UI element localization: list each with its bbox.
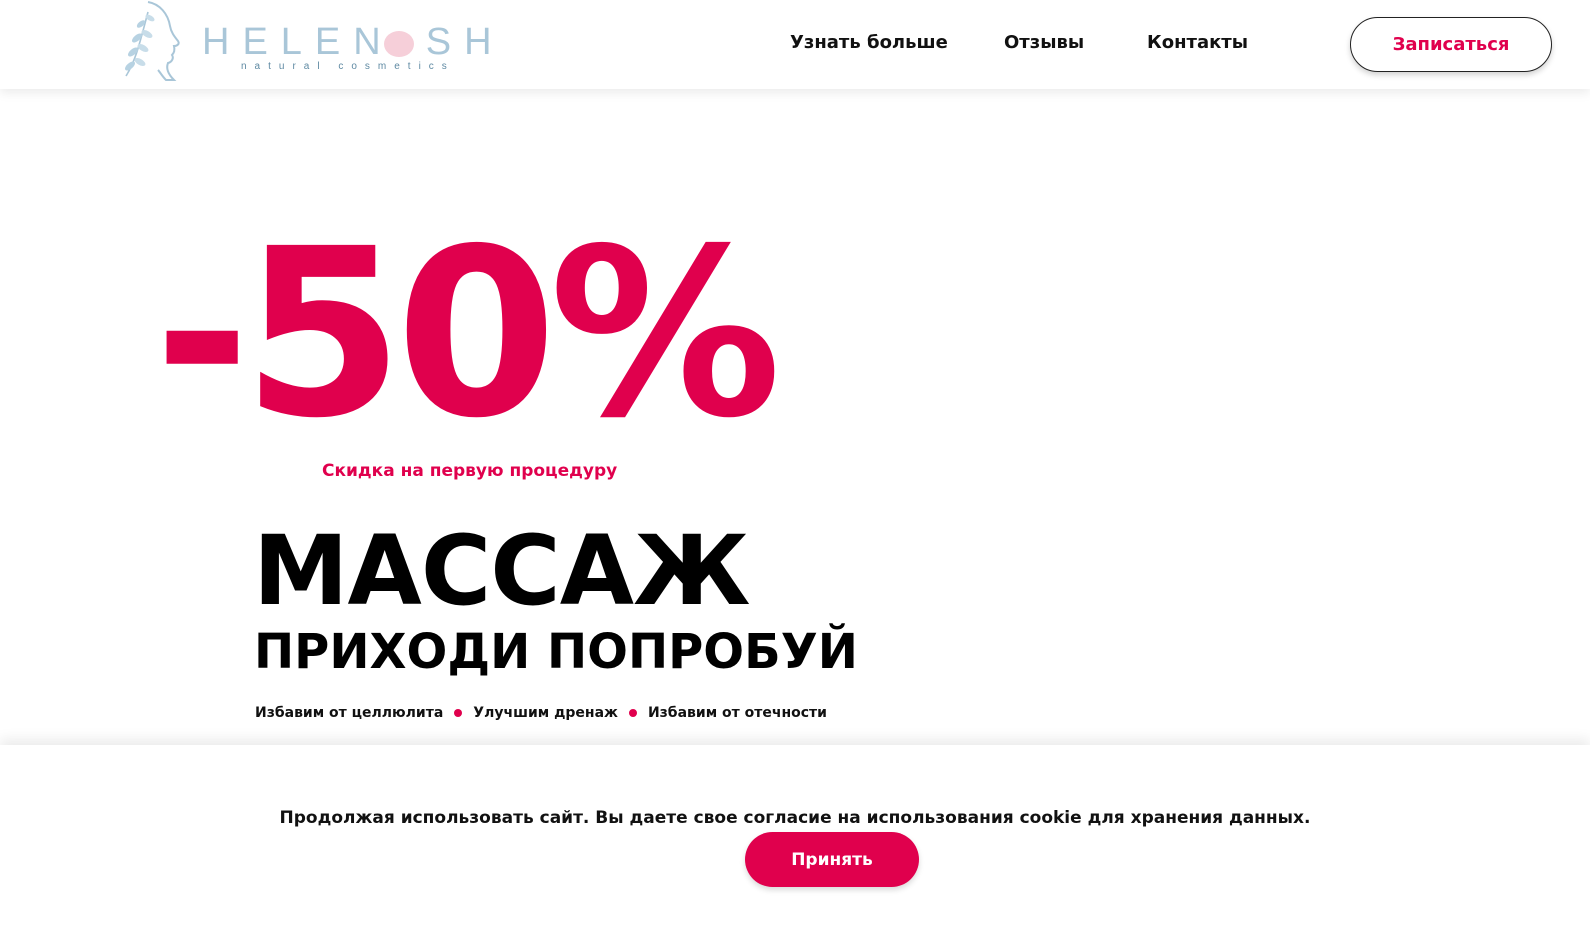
cookie-consent-bar: Продолжая использовать сайт. Вы даете св… [0, 745, 1590, 931]
brand-logo[interactable]: HELEN SH natural cosmetics [108, 0, 498, 84]
signup-button[interactable]: Записаться [1350, 17, 1552, 72]
nav-link-contacts[interactable]: Контакты [1147, 32, 1248, 54]
hero-subtitle: ПРИХОДИ ПОПРОБУЙ [254, 624, 858, 680]
benefit-item: Избавим от целлюлита [255, 705, 444, 721]
benefit-item: Улучшим дренаж [473, 705, 618, 721]
cookie-accept-button[interactable]: Принять [745, 832, 919, 887]
page: HELEN SH natural cosmetics Узнать больше … [0, 0, 1590, 931]
face-leaf-icon [125, 1, 180, 81]
logo-wordmark: HELEN SH [202, 23, 505, 61]
nav-link-learn-more[interactable]: Узнать больше [790, 32, 948, 54]
logo-tagline: natural cosmetics [241, 61, 455, 72]
bullet-dot-icon [628, 709, 637, 718]
cookie-consent-text: Продолжая использовать сайт. Вы даете св… [279, 808, 1311, 828]
discount-headline: -50% [154, 199, 782, 469]
discount-caption: Скидка на первую процедуру [322, 461, 618, 481]
benefit-item: Избавим от отечности [647, 705, 827, 721]
bullet-dot-icon [454, 709, 463, 718]
benefits-list: Избавим от целлюлита Улучшим дренаж Изба… [255, 705, 827, 722]
logo-wordmark-right: SH [425, 21, 505, 63]
hero-title: МАССАЖ [253, 515, 751, 627]
site-header: HELEN SH natural cosmetics Узнать больше … [0, 0, 1590, 89]
logo-wordmark-left: HELEN [202, 21, 394, 63]
nav-link-reviews[interactable]: Отзывы [1004, 32, 1084, 54]
